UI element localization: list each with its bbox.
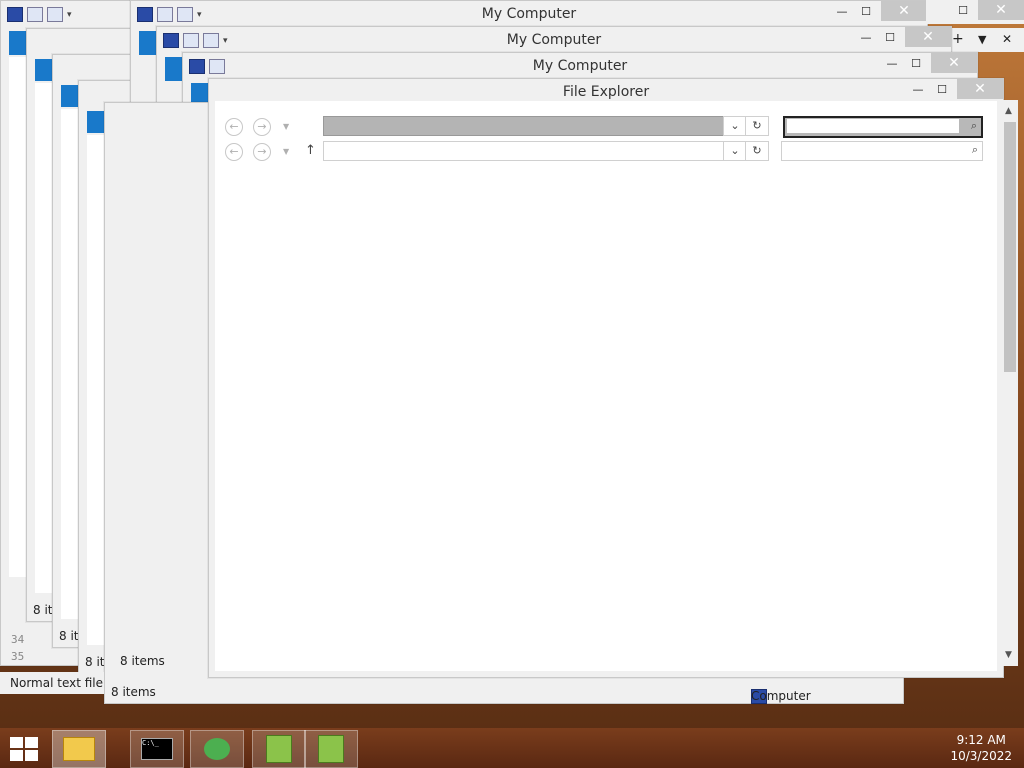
tab-strip-controls: + ▼ ✕ (944, 28, 1024, 52)
minimize-button[interactable]: — (853, 27, 879, 47)
window-title: File Explorer (562, 84, 650, 100)
notepad-icon (266, 735, 292, 763)
maximize-button[interactable]: ☐ (877, 27, 903, 47)
line-number: 35 (11, 650, 25, 663)
clock-time: 9:12 AM (956, 733, 1006, 747)
window-title: My Computer (532, 58, 628, 74)
vertical-scrollbar[interactable]: ▲ ▼ (1002, 100, 1018, 666)
file-tab[interactable] (87, 111, 105, 133)
folder-icon[interactable] (47, 7, 63, 22)
scroll-down-arrow[interactable]: ▼ (1005, 650, 1012, 660)
search-input[interactable] (787, 119, 959, 133)
address-bar[interactable] (323, 116, 725, 136)
status-bar: 8 items Computer (105, 681, 903, 704)
address-dropdown-button[interactable]: ⌄ (723, 141, 747, 161)
forward-button[interactable]: → (253, 143, 271, 161)
editor-status-bar: Normal text file (0, 672, 104, 694)
address-dropdown-button[interactable]: ⌄ (723, 116, 747, 136)
items-count-label: 8 items (120, 654, 165, 668)
up-icon[interactable]: ↑ (305, 143, 316, 158)
editor-status-text: Normal text file (10, 676, 104, 690)
file-tab[interactable] (61, 85, 79, 107)
maximize-button[interactable]: ☐ (903, 53, 929, 73)
refresh-button[interactable]: ↻ (745, 116, 769, 136)
forward-button[interactable]: → (253, 118, 271, 136)
taskbar-command-prompt[interactable]: C:\_ (130, 730, 184, 768)
file-list-area[interactable]: ← → ▼ ⌄ ↻ ⌕ ← → ▼ ↑ ⌄ ↻ ⌕ (215, 101, 997, 671)
taskbar-notepadpp-1[interactable] (252, 730, 306, 768)
quick-access-toolbar: ▾ (7, 7, 72, 22)
minimize-button[interactable]: — (829, 1, 855, 21)
scroll-up-arrow[interactable]: ▲ (1005, 106, 1012, 116)
close-button[interactable]: ✕ (881, 1, 927, 21)
maximize-button[interactable]: ☐ (853, 1, 879, 21)
close-button[interactable]: ✕ (957, 79, 1003, 99)
maximize-button[interactable]: ☐ (929, 79, 955, 99)
maximize-button[interactable]: ☐ (950, 0, 976, 20)
folder-icon (63, 737, 95, 761)
taskbar: C:\_ 9:12 AM 10/3/2022 (0, 728, 1024, 768)
taskbar-file-explorer[interactable] (52, 730, 106, 768)
computer-icon (7, 7, 23, 22)
search-icon[interactable]: ⌕ (972, 143, 978, 157)
items-count: 8 items (111, 685, 156, 699)
search-box[interactable]: ⌕ (781, 141, 983, 161)
close-button[interactable]: ✕ (905, 27, 951, 47)
line-number: 34 (11, 633, 25, 646)
notepad-icon (318, 735, 344, 763)
search-icon[interactable]: ⌕ (971, 119, 977, 133)
recent-dropdown[interactable]: ▼ (283, 122, 289, 131)
scroll-thumb[interactable] (1004, 122, 1016, 372)
terminal-icon: C:\_ (141, 738, 173, 760)
close-button[interactable]: ✕ (931, 53, 977, 73)
clock-date: 10/3/2022 (950, 749, 1012, 763)
back-button[interactable]: ← (225, 118, 243, 136)
chevron-down-icon[interactable]: ▾ (67, 10, 72, 20)
window-title: My Computer (506, 32, 602, 48)
system-clock[interactable]: 9:12 AM 10/3/2022 (950, 732, 1012, 764)
search-box[interactable]: ⌕ (783, 116, 983, 138)
frog-icon (204, 738, 230, 760)
file-explorer-window[interactable]: File Explorer — ☐ ✕ ← → ▼ ⌄ ↻ ⌕ ← → ▼ ↑ … (208, 78, 1004, 678)
window-title: My Computer (481, 6, 577, 22)
taskbar-notepadpp-2[interactable] (304, 730, 358, 768)
tab-menu-button[interactable]: ▼ (978, 33, 986, 46)
address-bar[interactable] (323, 141, 725, 161)
minimize-button[interactable]: — (905, 79, 931, 99)
title-bar[interactable]: ▾ My Computer — ☐ ✕ (131, 1, 927, 27)
back-button[interactable]: ← (225, 143, 243, 161)
minimize-button[interactable]: — (879, 53, 905, 73)
refresh-button[interactable]: ↻ (745, 141, 769, 161)
file-tab[interactable] (35, 59, 53, 81)
window-controls-top: ☐ ✕ (926, 0, 1024, 24)
properties-icon[interactable] (27, 7, 43, 22)
title-bar[interactable]: ▾ My Computer — ☐ ✕ (157, 27, 951, 53)
taskbar-gvim[interactable] (190, 730, 244, 768)
close-button[interactable]: ✕ (978, 0, 1024, 20)
title-bar[interactable]: My Computer — ☐ ✕ (183, 53, 977, 79)
start-button[interactable] (10, 737, 38, 761)
recent-dropdown[interactable]: ▼ (283, 147, 289, 156)
new-tab-button[interactable]: + (952, 31, 964, 47)
tab-close-button[interactable]: ✕ (1002, 32, 1012, 46)
